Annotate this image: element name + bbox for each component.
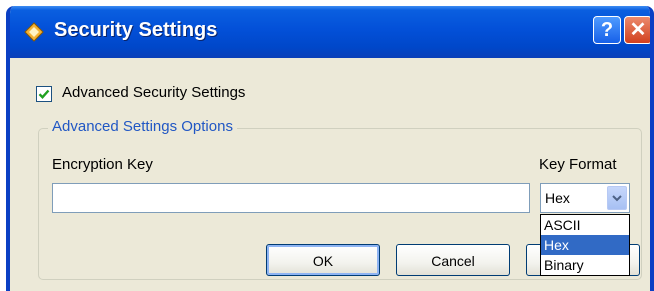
advanced-security-label[interactable]: Advanced Security Settings <box>62 84 245 101</box>
key-format-select[interactable]: Hex <box>540 183 630 213</box>
cancel-button[interactable]: Cancel <box>396 244 510 276</box>
groupbox-legend: Advanced Settings Options <box>48 118 237 135</box>
key-format-selected-value: Hex <box>545 190 570 206</box>
encryption-key-input[interactable] <box>52 183 530 213</box>
help-button[interactable]: ? <box>593 16 621 44</box>
key-format-label: Key Format <box>539 156 617 173</box>
security-settings-dialog: Security Settings ? ✕ Advanced Security … <box>6 6 654 291</box>
dropdown-arrow-button[interactable] <box>607 186 627 210</box>
key-format-dropdown-list: ASCII Hex Binary <box>540 214 630 276</box>
checkmark-icon <box>38 89 50 99</box>
option-hex[interactable]: Hex <box>541 235 629 255</box>
chevron-down-icon <box>612 195 622 202</box>
title-bar[interactable]: Security Settings ? ✕ <box>10 6 650 58</box>
option-binary[interactable]: Binary <box>541 255 629 275</box>
security-settings-icon <box>24 22 44 42</box>
encryption-key-label: Encryption Key <box>52 156 153 173</box>
advanced-security-checkbox[interactable] <box>36 86 52 102</box>
dialog-content: Advanced Security Settings Advanced Sett… <box>10 58 650 291</box>
option-ascii[interactable]: ASCII <box>541 215 629 235</box>
close-button[interactable]: ✕ <box>624 16 650 44</box>
ok-button[interactable]: OK <box>266 244 380 276</box>
window-title: Security Settings <box>54 19 218 41</box>
